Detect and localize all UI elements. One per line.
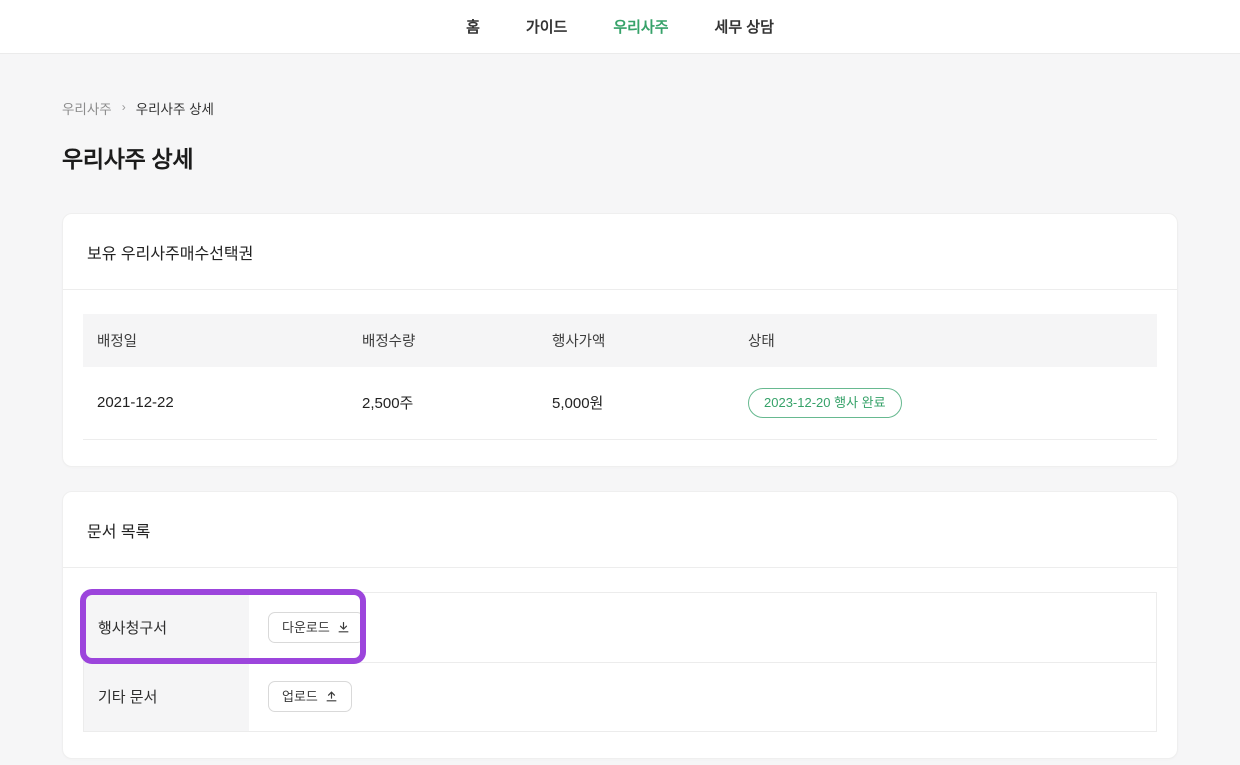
nav-item-home[interactable]: 홈 [466,16,480,37]
column-header-quantity: 배정수량 [348,314,538,367]
nav-menu: 홈 가이드 우리사주 세무 상담 [466,16,774,37]
download-icon [337,621,350,634]
holdings-card-body: 배정일 배정수량 행사가액 상태 2021-12-22 2,500주 5,000… [63,290,1177,466]
breadcrumb: 우리사주 › 우리사주 상세 [62,98,1178,118]
documents-table: 행사청구서 다운로드 기타 문서 [83,592,1157,732]
doc-action-other-documents: 업로드 [249,663,1156,731]
column-header-allocation-date: 배정일 [83,314,348,367]
upload-button-label: 업로드 [282,690,318,703]
holdings-card: 보유 우리사주매수선택권 배정일 배정수량 행사가액 상태 2021-12-22 [62,213,1178,467]
download-button[interactable]: 다운로드 [268,612,364,643]
column-header-status: 상태 [734,314,1157,367]
doc-action-exercise-request: 다운로드 [249,593,1156,662]
doc-row-other-documents: 기타 문서 업로드 [84,662,1156,731]
main-content: 우리사주 › 우리사주 상세 우리사주 상세 보유 우리사주매수선택권 배정일 … [0,98,1240,759]
holdings-table-row: 2021-12-22 2,500주 5,000원 2023-12-20 행사 완… [83,367,1157,439]
cell-quantity: 2,500주 [348,367,538,439]
upload-icon [325,690,338,703]
documents-card-title: 문서 목록 [63,492,1177,568]
top-navigation: 홈 가이드 우리사주 세무 상담 [0,0,1240,54]
chevron-right-icon: › [122,100,126,114]
breadcrumb-current: 우리사주 상세 [136,98,214,118]
nav-item-tax-consult[interactable]: 세무 상담 [715,16,774,37]
nav-item-guide[interactable]: 가이드 [526,16,567,37]
documents-card-body: 행사청구서 다운로드 기타 문서 [63,568,1177,758]
app: 홈 가이드 우리사주 세무 상담 우리사주 › 우리사주 상세 우리사주 상세 … [0,0,1240,765]
holdings-card-title: 보유 우리사주매수선택권 [63,214,1177,290]
cell-allocation-date: 2021-12-22 [83,367,348,439]
nav-item-esop[interactable]: 우리사주 [613,16,668,37]
download-button-label: 다운로드 [282,621,330,634]
cell-exercise-price: 5,000원 [538,367,734,439]
breadcrumb-parent[interactable]: 우리사주 [62,98,112,118]
doc-label-other-documents: 기타 문서 [84,663,249,731]
cell-status: 2023-12-20 행사 완료 [734,367,1157,439]
doc-row-exercise-request: 행사청구서 다운로드 [84,593,1156,662]
documents-card: 문서 목록 행사청구서 다운로드 [62,491,1178,759]
upload-button[interactable]: 업로드 [268,681,352,712]
doc-label-exercise-request: 행사청구서 [84,593,249,662]
page-title: 우리사주 상세 [62,140,1178,174]
holdings-table: 배정일 배정수량 행사가액 상태 2021-12-22 2,500주 5,000… [83,314,1157,440]
status-badge: 2023-12-20 행사 완료 [748,388,902,418]
holdings-table-header-row: 배정일 배정수량 행사가액 상태 [83,314,1157,367]
column-header-exercise-price: 행사가액 [538,314,734,367]
